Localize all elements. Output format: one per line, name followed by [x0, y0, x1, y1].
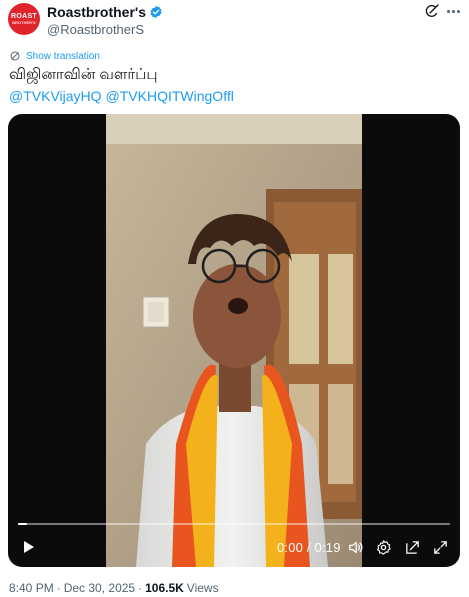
meta-separator: · [56, 581, 61, 595]
avatar-subtext: BROTHER'S [12, 20, 36, 25]
mention-link[interactable]: @TVKHQITWingOffl [106, 86, 234, 106]
fullscreen-icon[interactable] [432, 539, 449, 556]
tweet-time[interactable]: 8:40 PM [9, 581, 54, 595]
author-display-name: Roastbrother's [47, 4, 147, 20]
mention-link[interactable]: @TVKVijayHQ [9, 86, 102, 106]
tweet-card: ROAST BROTHER'S Roastbrother's @Roastbro… [0, 0, 469, 597]
author-handle[interactable]: @RoastbrotherS [47, 22, 144, 37]
popout-icon[interactable] [404, 539, 421, 556]
video-progress-bar[interactable] [18, 523, 450, 525]
show-translation-link[interactable]: Show translation [9, 50, 100, 62]
video-player[interactable]: 0:00 / 0:19 [8, 114, 460, 567]
tweet-mentions: @TVKVijayHQ @TVKHQITWingOffl [9, 86, 234, 106]
meta-separator: · [138, 581, 143, 595]
views-label: Views [186, 581, 219, 595]
verified-badge-icon [150, 5, 162, 19]
show-translation-label: Show translation [26, 50, 100, 62]
volume-icon[interactable] [347, 539, 364, 556]
play-icon[interactable] [20, 539, 36, 555]
views-count[interactable]: 106.5K [145, 581, 184, 595]
tweet-date[interactable]: Dec 30, 2025 [64, 581, 135, 595]
video-frame[interactable] [106, 114, 362, 567]
avatar[interactable]: ROAST BROTHER'S [8, 3, 40, 35]
author-name[interactable]: Roastbrother's [47, 4, 163, 20]
tweet-meta: 8:40 PM · Dec 30, 2025 · 106.5K Views [9, 581, 219, 595]
more-options-icon[interactable] [447, 4, 461, 18]
video-progress-fill [18, 523, 27, 525]
avatar-text: ROAST [11, 13, 37, 20]
translate-icon [10, 51, 20, 61]
settings-icon[interactable] [375, 539, 392, 556]
tweet-text: விஜினாவின் வளர்ப்பு [9, 66, 158, 83]
video-time: 0:00 / 0:19 [277, 540, 341, 555]
grok-icon[interactable] [424, 3, 440, 19]
